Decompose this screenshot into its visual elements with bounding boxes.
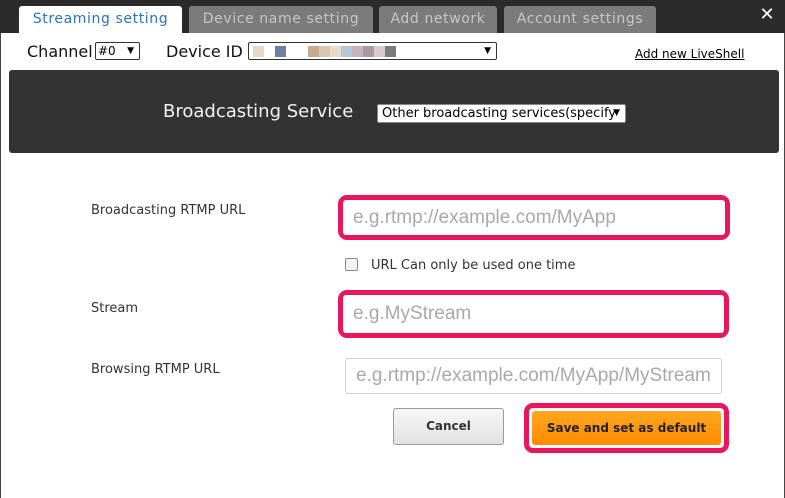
broadcasting-service-value: Other broadcasting services(specify [382,106,616,121]
close-icon[interactable]: ✕ [757,4,777,26]
chevron-down-icon: ▼ [127,46,134,56]
device-id-value-blurred [253,46,396,57]
tab-device-name-setting[interactable]: Device name setting [189,6,373,33]
device-id-swatch [319,46,330,57]
broadcasting-service-label: Broadcasting Service [163,101,354,122]
device-id-swatch [264,46,275,57]
device-id-swatch [286,46,297,57]
chevron-down-icon: ▼ [484,46,491,56]
device-id-swatch [341,46,352,57]
cancel-button[interactable]: Cancel [393,408,504,445]
device-id-select[interactable]: ▼ [248,42,497,60]
device-id-swatch [374,46,385,57]
device-id-swatch [330,46,341,57]
rtmp-url-input[interactable] [343,200,725,235]
rtmp-url-highlight [338,195,730,240]
channel-select-value: #0 [98,44,116,58]
browsing-url-input[interactable] [345,358,722,394]
device-id-swatch [308,46,319,57]
save-and-set-default-button[interactable]: Save and set as default [532,411,721,445]
stream-input[interactable] [343,295,724,333]
chevron-down-icon: ▼ [613,108,620,118]
device-id-swatch [352,46,363,57]
window-border-left [0,33,1,498]
one-time-url-checkbox[interactable] [345,258,358,271]
tab-account-settings[interactable]: Account settings [504,6,656,33]
device-id-swatch [385,46,396,57]
broadcasting-service-select[interactable]: Other broadcasting services(specify ▼ [377,104,626,123]
add-new-liveshell-link[interactable]: Add new LiveShell [635,47,744,61]
stream-highlight [338,290,729,338]
stream-label: Stream [91,301,139,316]
device-id-swatch [275,46,286,57]
tab-streaming-setting[interactable]: Streaming setting [19,6,182,33]
tab-add-network[interactable]: Add network [379,6,497,33]
save-button-highlight: Save and set as default [524,403,729,453]
one-time-url-label: URL Can only be used one time [371,258,576,273]
device-id-swatch [253,46,264,57]
channel-label: Channel [27,42,93,61]
browsing-url-label: Browsing RTMP URL [91,362,220,377]
device-id-swatch [297,46,308,57]
device-id-label: Device ID [166,42,243,61]
channel-select[interactable]: #0 ▼ [95,42,140,60]
rtmp-url-label: Broadcasting RTMP URL [91,203,246,218]
device-id-swatch [363,46,374,57]
